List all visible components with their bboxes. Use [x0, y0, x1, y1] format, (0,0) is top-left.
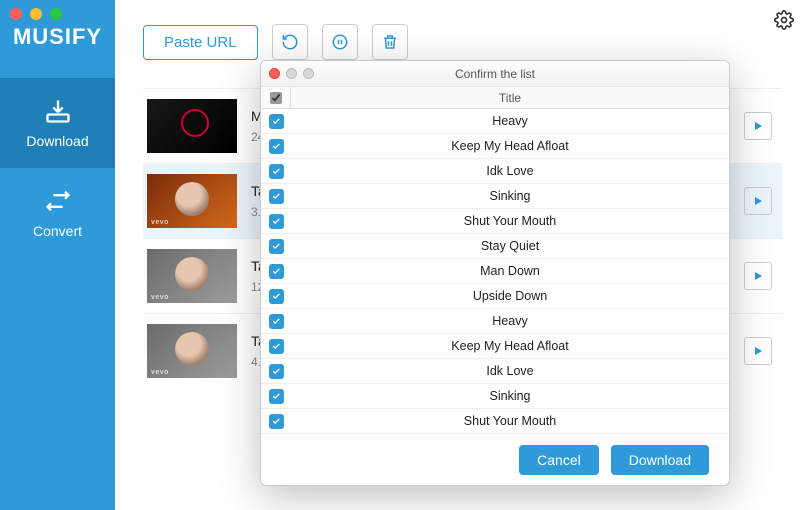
- table-row[interactable]: Sinking: [261, 384, 729, 409]
- row-checkbox[interactable]: [261, 189, 291, 204]
- track-title: Stay Quiet: [291, 239, 729, 253]
- thumbnail: vevo: [147, 174, 237, 228]
- table-header: Title: [261, 87, 729, 109]
- track-title: Keep My Head Afloat: [291, 139, 729, 153]
- delete-button[interactable]: [372, 24, 408, 60]
- thumbnail: vevo: [147, 249, 237, 303]
- thumbnail: vevo: [147, 324, 237, 378]
- table-row[interactable]: Sinking: [261, 184, 729, 209]
- dialog-maximize-icon: [303, 68, 314, 79]
- track-title: Man Down: [291, 264, 729, 278]
- row-checkbox[interactable]: [261, 264, 291, 279]
- table-row[interactable]: Stay Quiet: [261, 234, 729, 259]
- paste-url-button[interactable]: Paste URL: [143, 25, 258, 60]
- row-checkbox[interactable]: [261, 414, 291, 429]
- close-icon[interactable]: [10, 8, 22, 20]
- dialog-title: Confirm the list: [455, 67, 535, 81]
- play-button[interactable]: [744, 187, 772, 215]
- row-checkbox[interactable]: [261, 314, 291, 329]
- track-rows: Heavy Keep My Head Afloat Idk Love Sinking S…: [261, 109, 729, 433]
- play-button[interactable]: [744, 337, 772, 365]
- track-title: Sinking: [291, 189, 729, 203]
- row-checkbox[interactable]: [261, 389, 291, 404]
- track-title: Sinking: [291, 389, 729, 403]
- play-button[interactable]: [744, 262, 772, 290]
- track-title: Idk Love: [291, 164, 729, 178]
- table-row[interactable]: Heavy: [261, 309, 729, 334]
- refresh-button[interactable]: [272, 24, 308, 60]
- maximize-icon[interactable]: [50, 8, 62, 20]
- track-title: Shut Your Mouth: [291, 214, 729, 228]
- row-checkbox[interactable]: [261, 339, 291, 354]
- track-title: Keep My Head Afloat: [291, 339, 729, 353]
- sidebar-item-label: Convert: [33, 223, 82, 239]
- confirm-list-dialog: Confirm the list Title Heavy Keep My Head…: [260, 60, 730, 486]
- cancel-button[interactable]: Cancel: [519, 445, 599, 475]
- row-checkbox[interactable]: [261, 214, 291, 229]
- track-title: Heavy: [291, 314, 729, 328]
- row-checkbox[interactable]: [261, 164, 291, 179]
- settings-button[interactable]: [774, 10, 794, 35]
- dialog-footer: Cancel Download: [261, 433, 729, 485]
- table-row[interactable]: Shut Your Mouth: [261, 209, 729, 234]
- sidebar: MUSIFY Download Convert: [0, 0, 115, 510]
- download-button[interactable]: Download: [611, 445, 709, 475]
- dialog-titlebar: Confirm the list: [261, 61, 729, 87]
- table-row[interactable]: Keep My Head Afloat: [261, 134, 729, 159]
- track-title: Upside Down: [291, 289, 729, 303]
- brand-logo: MUSIFY: [0, 24, 115, 50]
- track-title: Heavy: [291, 114, 729, 128]
- table-row[interactable]: Heavy: [261, 109, 729, 134]
- window-traffic-lights: [10, 8, 62, 20]
- table-row[interactable]: Man Down: [261, 259, 729, 284]
- sidebar-item-download[interactable]: Download: [0, 78, 115, 168]
- row-checkbox[interactable]: [261, 239, 291, 254]
- toolbar: Paste URL: [143, 24, 782, 60]
- table-row[interactable]: Shut Your Mouth: [261, 409, 729, 433]
- minimize-icon[interactable]: [30, 8, 42, 20]
- column-title: Title: [291, 91, 729, 105]
- row-checkbox[interactable]: [261, 114, 291, 129]
- dialog-close-icon[interactable]: [269, 68, 280, 79]
- row-checkbox[interactable]: [261, 139, 291, 154]
- pause-button[interactable]: [322, 24, 358, 60]
- play-button[interactable]: [744, 112, 772, 140]
- track-title: Shut Your Mouth: [291, 414, 729, 428]
- thumbnail: [147, 99, 237, 153]
- app-window: MUSIFY Download Convert Paste URL: [0, 0, 810, 510]
- table-row[interactable]: Idk Love: [261, 159, 729, 184]
- table-row[interactable]: Idk Love: [261, 359, 729, 384]
- select-all-checkbox[interactable]: [261, 87, 291, 108]
- row-checkbox[interactable]: [261, 289, 291, 304]
- sidebar-item-label: Download: [26, 133, 88, 149]
- dialog-minimize-icon: [286, 68, 297, 79]
- table-row[interactable]: Upside Down: [261, 284, 729, 309]
- track-title: Idk Love: [291, 364, 729, 378]
- row-checkbox[interactable]: [261, 364, 291, 379]
- sidebar-item-convert[interactable]: Convert: [0, 168, 115, 258]
- table-row[interactable]: Keep My Head Afloat: [261, 334, 729, 359]
